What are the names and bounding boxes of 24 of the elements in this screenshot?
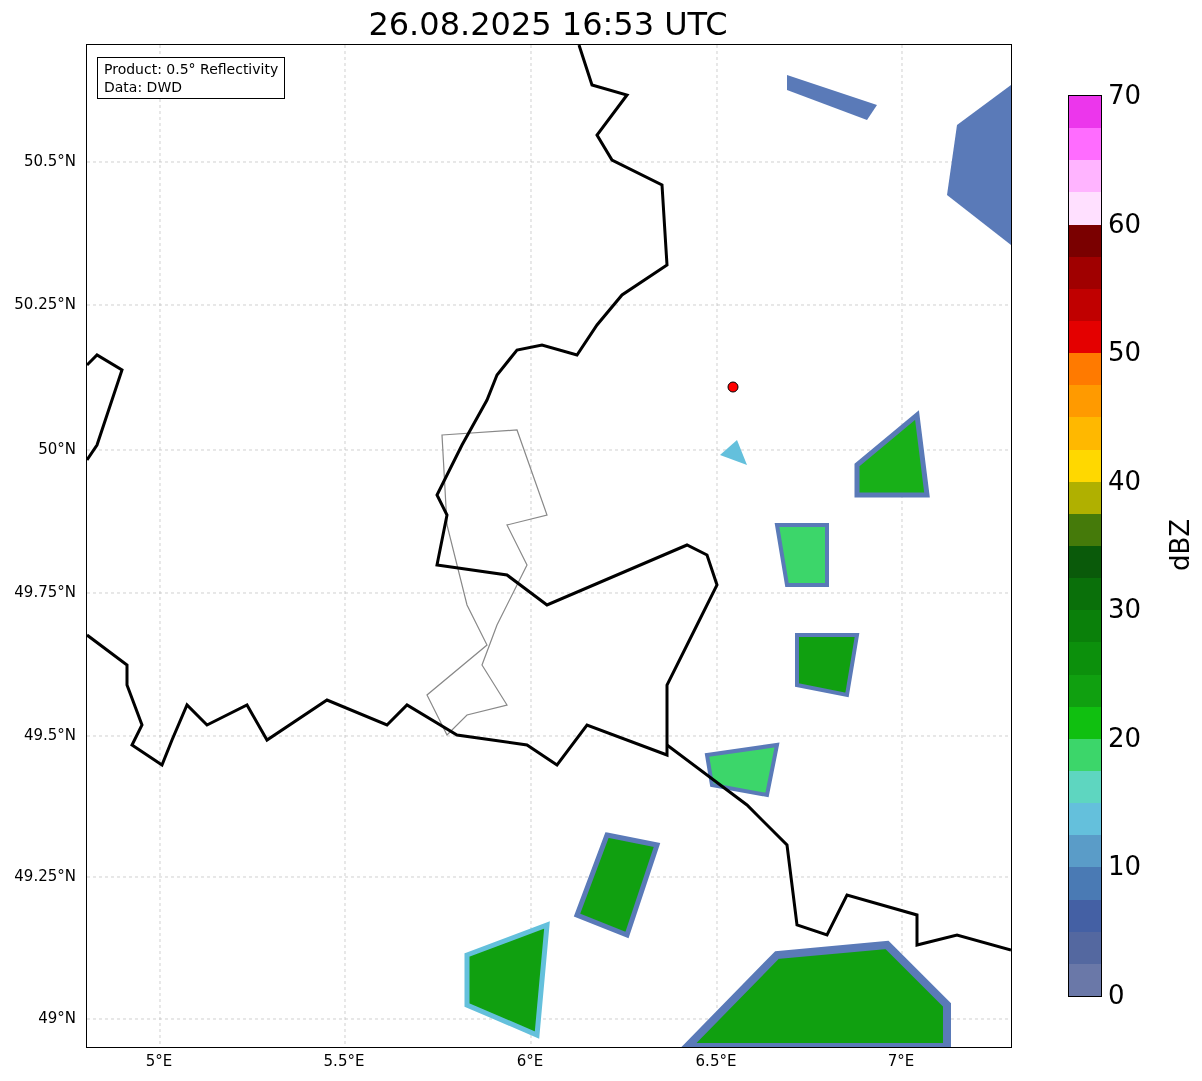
colorbar-tick-label: 50 [1108,337,1142,368]
latitude-label: 49.5°N [23,726,76,744]
longitude-label: 5°E [144,1052,174,1070]
latitude-label: 49.75°N [14,583,76,601]
legend-text: Product: 0.5° Reflectivity [104,60,279,78]
latitude-label: 49.25°N [14,867,76,885]
colorbar-tick-label: 60 [1108,208,1142,239]
latitude-label: 49°N [38,1009,76,1027]
colorbar-tick-label: 40 [1108,465,1142,496]
longitude-label: 6.5°E [694,1052,738,1070]
longitude-label: 7°E [886,1052,916,1070]
latitude-label: 50.5°N [23,152,76,170]
legend-text: Data: DWD [104,78,183,96]
colorbar-label: dBZ [1165,517,1195,574]
colorbar-tick-label: 30 [1108,594,1142,625]
colorbar-tick-label: 10 [1108,851,1142,882]
latitude-label: 50.25°N [14,295,76,313]
longitude-label: 5.5°E [322,1052,366,1070]
latitude-label: 50°N [38,440,76,458]
chart-title: 26.08.2025 16:53 UTC [367,4,729,44]
colorbar-tick-label: 70 [1108,80,1142,110]
longitude-label: 6°E [515,1052,545,1070]
colorbar-tick-label: 0 [1108,980,1125,1010]
colorbar-tick-label: 20 [1108,722,1142,753]
